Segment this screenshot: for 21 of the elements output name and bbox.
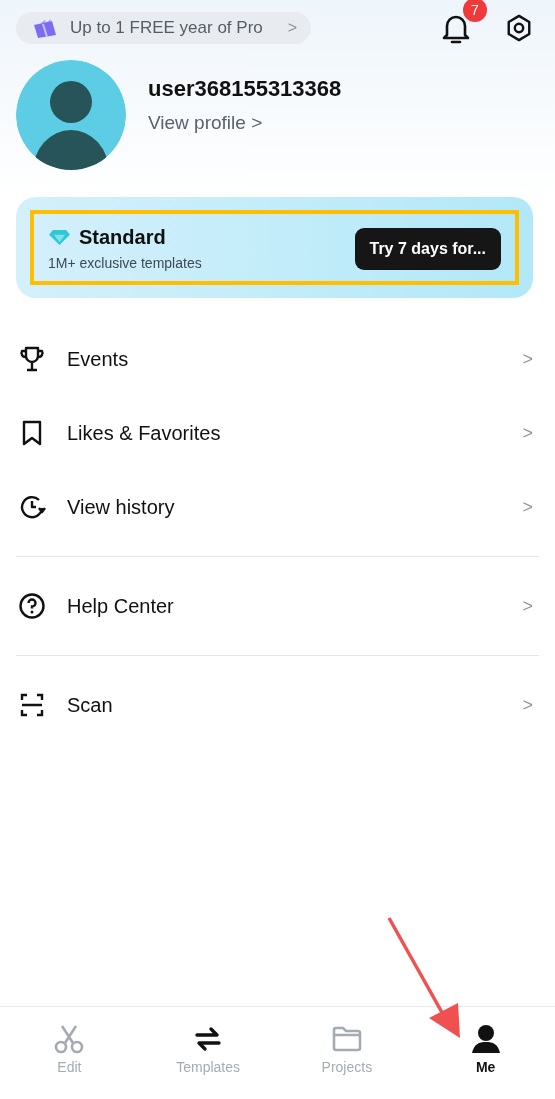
view-profile-link[interactable]: View profile > [148,112,342,134]
plan-title: Standard [79,226,166,249]
person-icon [469,1023,502,1055]
settings-icon[interactable] [505,14,533,42]
trophy-icon [18,345,46,373]
history-icon [18,493,46,521]
menu-item[interactable]: Events > [16,322,539,396]
help-icon [18,592,46,620]
trial-button[interactable]: Try 7 days for... [354,227,501,270]
plan-subtitle: 1M+ exclusive templates [48,255,202,271]
username: user368155313368 [148,76,342,102]
scissors-icon [53,1023,86,1055]
notification-badge: 7 [463,0,487,22]
promo-banner[interactable]: Up to 1 FREE year of Pro > [16,12,311,44]
diamond-icon [48,229,71,246]
tab[interactable]: Me [416,1007,555,1099]
scan-icon [18,691,46,719]
menu-item[interactable]: Likes & Favorites > [16,396,539,470]
menu-item[interactable]: Help Center > [16,569,539,643]
menu-item[interactable]: Scan > [16,668,539,742]
menu-item[interactable]: View history > [16,470,539,544]
